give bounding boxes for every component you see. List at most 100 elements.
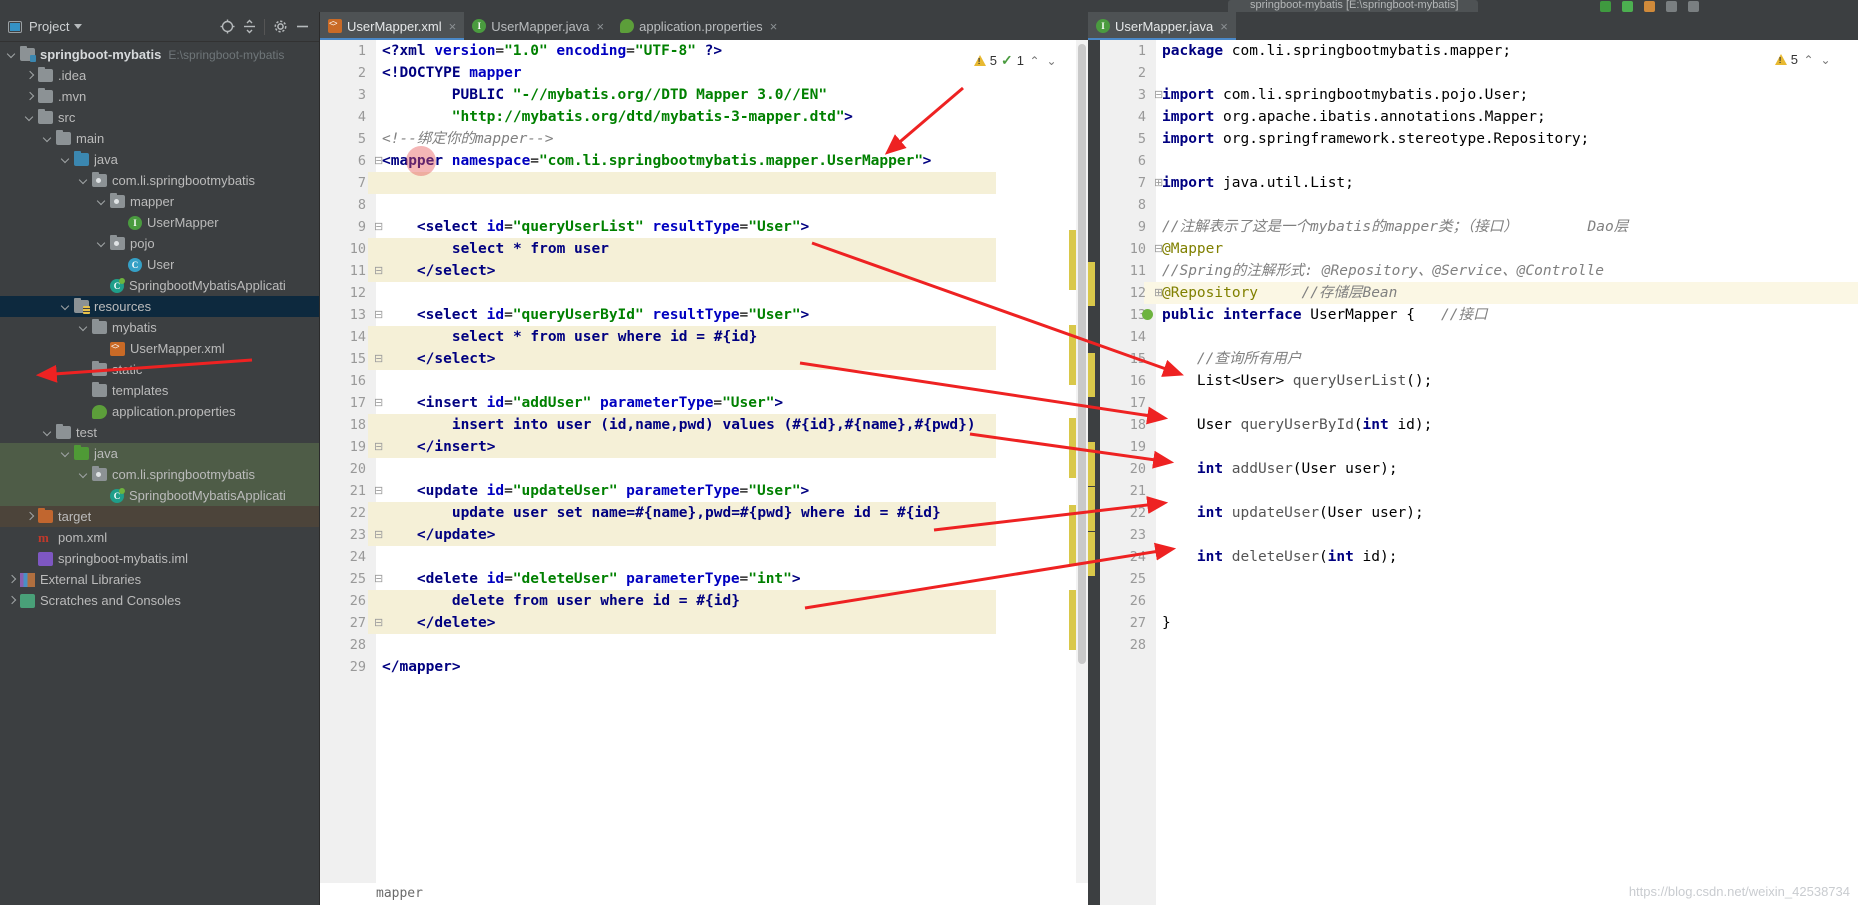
search-icon[interactable] xyxy=(1666,1,1677,12)
tree-item-java[interactable]: java xyxy=(0,443,319,464)
error-stripe-5[interactable] xyxy=(1069,590,1076,650)
code-line[interactable]: 2 xyxy=(1100,62,1858,84)
collapse-all-icon[interactable] xyxy=(238,16,260,38)
next-problem-icon[interactable]: ⌄ xyxy=(1045,54,1058,68)
right-error-stripe-2[interactable] xyxy=(1088,353,1095,397)
tree-item-mapper[interactable]: mapper xyxy=(0,191,319,212)
tree-item-external-libraries[interactable]: External Libraries xyxy=(0,569,319,590)
chevron-down-icon[interactable] xyxy=(78,469,89,480)
chevron-down-icon[interactable] xyxy=(74,24,83,29)
tree-item-usermapper-xml[interactable]: UserMapper.xml xyxy=(0,338,319,359)
code-line[interactable]: 14 xyxy=(1100,326,1858,348)
code-line[interactable]: 27} xyxy=(1100,612,1858,634)
close-icon[interactable]: × xyxy=(1220,20,1228,33)
close-icon[interactable]: × xyxy=(770,20,778,33)
error-stripe-2[interactable] xyxy=(1069,325,1076,385)
tree-item-com-li-springbootmybatis[interactable]: com.li.springbootmybatis xyxy=(0,170,319,191)
code-line[interactable]: 29 </mapper> xyxy=(320,656,1076,678)
tree-item-springbootmybatisapplicati[interactable]: C SpringbootMybatisApplicati xyxy=(0,275,319,296)
chevron-right-icon[interactable] xyxy=(24,91,35,102)
error-stripe-1[interactable] xyxy=(1069,230,1076,290)
tree-item-resources[interactable]: resources xyxy=(0,296,319,317)
code-line[interactable]: 10 ⊟ @Mapper xyxy=(1100,238,1858,260)
breadcrumb[interactable]: mapper xyxy=(320,883,1088,905)
tree-item-springboot-mybatis-iml[interactable]: springboot-mybatis.iml xyxy=(0,548,319,569)
chevron-right-icon[interactable] xyxy=(6,595,17,606)
debug-icon[interactable] xyxy=(1622,1,1633,12)
tree-item-springbootmybatisapplicati[interactable]: C SpringbootMybatisApplicati xyxy=(0,485,319,506)
code-line[interactable]: 25 ⊟ <delete id = "deleteUser" parameterTyp… xyxy=(320,568,1076,590)
tree-item-scratches-and-consoles[interactable]: Scratches and Consoles xyxy=(0,590,319,611)
chevron-down-icon[interactable] xyxy=(78,175,89,186)
editor-left-code[interactable]: 1 <? xml version = "1.0" encoding = "UTF-8" ?>… xyxy=(320,40,1088,905)
build-icon[interactable] xyxy=(1644,1,1655,12)
tree-item-springboot-mybatis[interactable]: springboot-mybatis E:\springboot-mybatis xyxy=(0,44,319,65)
code-line[interactable]: 13 public interface UserMapper { //接口 xyxy=(1100,304,1858,326)
code-line[interactable]: 17 xyxy=(1100,392,1858,414)
chevron-down-icon[interactable] xyxy=(96,196,107,207)
editor-tab-application-properties[interactable]: application.properties × xyxy=(612,12,785,40)
code-line[interactable]: 24 xyxy=(320,546,1076,568)
code-line[interactable]: 19 ⊟ </insert> xyxy=(320,436,1076,458)
code-line[interactable]: 16 List<User> queryUserList (); xyxy=(1100,370,1858,392)
next-problem-icon[interactable]: ⌄ xyxy=(1819,53,1832,67)
code-line[interactable]: 11 ⊟ </select> xyxy=(320,260,1076,282)
code-line[interactable]: 26 xyxy=(1100,590,1858,612)
tree-item-static[interactable]: static xyxy=(0,359,319,380)
tree-item-idea[interactable]: .idea xyxy=(0,65,319,86)
tree-item-com-li-springbootmybatis[interactable]: com.li.springbootmybatis xyxy=(0,464,319,485)
code-line[interactable]: 5 import org.springframework.stereotype. R… xyxy=(1100,128,1858,150)
code-line[interactable]: 19 xyxy=(1100,436,1858,458)
sidebar-title[interactable]: Project xyxy=(29,19,69,34)
chevron-down-icon[interactable] xyxy=(96,238,107,249)
code-line[interactable]: 17 ⊟ <insert id = "addUser" parameterType = "… xyxy=(320,392,1076,414)
chevron-down-icon[interactable] xyxy=(6,49,17,60)
gear-icon[interactable] xyxy=(269,16,291,38)
right-error-stripe-5[interactable] xyxy=(1088,532,1095,576)
tree-item-test[interactable]: test xyxy=(0,422,319,443)
chevron-down-icon[interactable] xyxy=(78,322,89,333)
tree-item-application-properties[interactable]: application.properties xyxy=(0,401,319,422)
code-line[interactable]: 1 package com.li.springbootmybatis.mapper… xyxy=(1100,40,1858,62)
tree-item-main[interactable]: main xyxy=(0,128,319,149)
editor-tab-usermapper-java[interactable]: I UserMapper.java × xyxy=(464,12,612,40)
code-line[interactable]: 21 xyxy=(1100,480,1858,502)
code-line[interactable]: 11 //Spring的注解形式: @Repository、@Service、@C… xyxy=(1100,260,1858,282)
chevron-down-icon[interactable] xyxy=(60,301,71,312)
code-line[interactable]: 3 PUBLIC "-//mybatis.org//DTD Mapper 3.0… xyxy=(320,84,1076,106)
code-line[interactable]: 18 insert into user (id,name,pwd) values… xyxy=(320,414,1076,436)
code-line[interactable]: 5 <!--绑定你的mapper--> xyxy=(320,128,1076,150)
editor-tab-usermapper-xml[interactable]: UserMapper.xml × xyxy=(320,12,465,40)
code-line[interactable]: 20 xyxy=(320,458,1076,480)
chevron-right-icon[interactable] xyxy=(24,511,35,522)
chevron-right-icon[interactable] xyxy=(6,574,17,585)
code-line[interactable]: 3 ⊟ import com.li.springbootmybatis.pojo. U… xyxy=(1100,84,1858,106)
prev-problem-icon[interactable]: ⌃ xyxy=(1802,53,1815,67)
code-line[interactable]: 4 "http://mybatis.org/dtd/mybatis-3-mapp… xyxy=(320,106,1076,128)
tree-item-mvn[interactable]: .mvn xyxy=(0,86,319,107)
right-error-stripe-3[interactable] xyxy=(1088,442,1095,486)
chevron-right-icon[interactable] xyxy=(24,70,35,81)
right-error-stripe-4[interactable] xyxy=(1088,487,1095,531)
code-line[interactable]: 25 xyxy=(1100,568,1858,590)
code-line[interactable]: 23 xyxy=(1100,524,1858,546)
chevron-down-icon[interactable] xyxy=(42,427,53,438)
code-line[interactable]: 15 //查询所有用户 xyxy=(1100,348,1858,370)
tree-item-usermapper[interactable]: I UserMapper xyxy=(0,212,319,233)
project-window-tab[interactable]: springboot-mybatis [E:\springboot-mybati… xyxy=(1228,0,1478,12)
code-line[interactable]: 26 delete from user where id = #{id} xyxy=(320,590,1076,612)
code-line[interactable]: 22 int updateUser (User user); xyxy=(1100,502,1858,524)
hide-icon[interactable] xyxy=(291,16,313,38)
code-line[interactable]: 12 xyxy=(320,282,1076,304)
inspection-widget-right[interactable]: 5 ⌃ ⌄ xyxy=(1774,52,1832,67)
left-scroll-thumb[interactable] xyxy=(1078,44,1086,664)
code-line[interactable]: 6 xyxy=(1100,150,1858,172)
chevron-down-icon[interactable] xyxy=(42,133,53,144)
run-icon[interactable] xyxy=(1600,1,1611,12)
code-line[interactable]: 22 update user set name=#{name},pwd=#{pw… xyxy=(320,502,1076,524)
tree-item-pom-xml[interactable]: m pom.xml xyxy=(0,527,319,548)
code-line[interactable]: 28 xyxy=(320,634,1076,656)
code-line[interactable]: 14 select * from user where id = #{id} xyxy=(320,326,1076,348)
code-line[interactable]: 9 ⊟ <select id = "queryUserList" resultType… xyxy=(320,216,1076,238)
code-line[interactable]: 10 select * from user xyxy=(320,238,1076,260)
